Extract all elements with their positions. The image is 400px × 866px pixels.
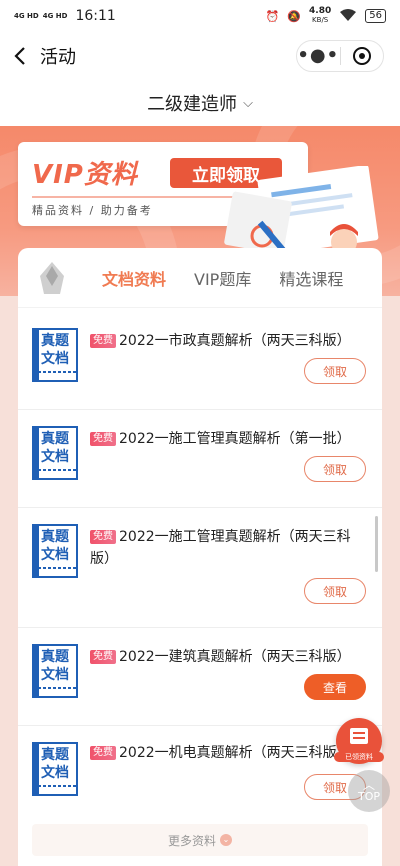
content-panel: 文档资料 VIP题库 精选课程 真题 文档 免费 2022一市政真题解析（两天三科版…	[18, 248, 382, 866]
chevron-down-icon: ⌄	[220, 834, 232, 846]
free-badge: 免费	[90, 432, 116, 446]
status-time: 16:11	[75, 8, 116, 24]
back-button[interactable]	[0, 32, 40, 80]
doc-label-line-1: 真题	[41, 747, 69, 763]
item-title: 免费 2022一机电真题解析（两天三科版）	[90, 742, 370, 764]
more-menu-button[interactable]: •●•	[297, 46, 340, 66]
item-title-text: 2022一施工管理真题解析（第一批）	[119, 431, 351, 447]
document-icon: 真题 文档	[32, 426, 78, 480]
target-icon	[352, 47, 371, 65]
free-badge: 免费	[90, 530, 116, 544]
claimed-materials-label: 已领资料	[334, 752, 384, 762]
vip-subtitle: 精品资料 / 助力备考	[32, 204, 153, 217]
view-button[interactable]: 查看	[304, 674, 366, 700]
document-icon: 真题 文档	[32, 742, 78, 796]
doc-label-line-2: 文档	[41, 351, 69, 367]
status-bar: 4G HD 4G HD 16:11 ⏰ 🔕 4.80 KB/S 56	[0, 0, 400, 32]
signal-icon: 4G HD	[14, 12, 39, 20]
more-materials-button[interactable]: 更多资料 ⌄	[32, 824, 368, 856]
free-badge: 免费	[90, 650, 116, 664]
page-title: 活动	[40, 47, 76, 68]
close-mini-program-button[interactable]	[341, 47, 384, 65]
brand-logo	[32, 258, 72, 298]
nav-bar: 活动 •●•	[0, 32, 400, 80]
alarm-icon: ⏰	[265, 9, 280, 23]
back-to-top-label: TOP	[357, 790, 380, 803]
more-materials-label: 更多资料	[167, 833, 216, 848]
list-item[interactable]: 真题文档 免费 2022一市政真题解析（两天三科版） 领取	[18, 314, 382, 410]
signal-icon-2: 4G HD	[42, 12, 68, 20]
exam-selector-label: 二级建造师	[147, 94, 238, 115]
free-badge: 免费	[90, 746, 116, 760]
doc-label-line-2: 文档	[41, 547, 69, 563]
item-title-text: 2022一机电真题解析（两天三科版）	[119, 745, 351, 761]
claim-button[interactable]: 领取	[304, 358, 366, 384]
net-speed-unit: KB/S	[312, 16, 329, 24]
document-icon: 真题 文档	[32, 328, 78, 382]
battery-icon: 56	[365, 9, 386, 23]
doc-label-line-1: 真题	[41, 431, 69, 447]
list-item[interactable]: 真题文档 免费 2022一建筑真题解析（两天三科版） 查看	[18, 628, 382, 726]
list-item[interactable]: 真题文档 免费 2022一施工管理真题解析（第一批） 领取	[18, 410, 382, 508]
scrollbar[interactable]	[375, 516, 378, 572]
chevron-down-icon: ⌵	[243, 95, 253, 111]
claimed-materials-button[interactable]: 已领资料	[334, 718, 384, 764]
mute-icon: 🔕	[287, 9, 302, 23]
exam-selector[interactable]: 二级建造师 ⌵	[0, 80, 400, 126]
tab-featured-courses[interactable]: 精选课程	[279, 266, 343, 290]
tab-bar: 文档资料 VIP题库 精选课程	[18, 248, 382, 308]
item-title: 免费 2022一施工管理真题解析（第一批）	[90, 428, 370, 450]
net-speed: 4.80 KB/S	[309, 7, 331, 25]
document-icon: 真题 文档	[32, 524, 78, 578]
claim-button[interactable]: 领取	[304, 578, 366, 604]
doc-label-line-1: 真题	[41, 333, 69, 349]
tab-vip-question-bank[interactable]: VIP题库	[194, 266, 251, 290]
net-speed-value: 4.80	[309, 6, 332, 16]
document-stack-icon	[350, 728, 368, 744]
doc-label-line-2: 文档	[41, 765, 69, 781]
list-item[interactable]: 真题 文档 免费 2022一机电真题解析（两天三科版） 领取	[18, 726, 382, 818]
wifi-icon	[339, 8, 357, 25]
free-badge: 免费	[90, 334, 116, 348]
list-item[interactable]: 真题文档 免费 2022一施工管理真题解析（两天三科版） 领取	[18, 508, 382, 628]
doc-label-line-1: 真题	[41, 529, 69, 545]
mini-program-capsule: •●•	[296, 40, 384, 72]
tab-documents[interactable]: 文档资料	[102, 266, 166, 290]
doc-label-line-2: 文档	[41, 667, 69, 683]
item-title-text: 2022一市政真题解析（两天三科版）	[119, 333, 351, 349]
doc-label-line-1: 真题	[41, 649, 69, 665]
item-title-text: 2022一建筑真题解析（两天三科版）	[119, 649, 351, 665]
item-title: 免费 2022一建筑真题解析（两天三科版）	[90, 646, 370, 668]
item-title: 免费 2022一施工管理真题解析（两天三科版）	[90, 526, 370, 570]
item-title-text: 2022一施工管理真题解析（两天三科版）	[90, 529, 351, 567]
claim-button[interactable]: 领取	[304, 456, 366, 482]
vip-title: VIP资料	[32, 160, 138, 190]
document-icon: 真题 文档	[32, 644, 78, 698]
item-title: 免费 2022一市政真题解析（两天三科版）	[90, 330, 370, 352]
back-to-top-button[interactable]: ︿ TOP	[348, 770, 390, 812]
doc-label-line-2: 文档	[41, 449, 69, 465]
back-arrow-icon	[14, 47, 25, 65]
